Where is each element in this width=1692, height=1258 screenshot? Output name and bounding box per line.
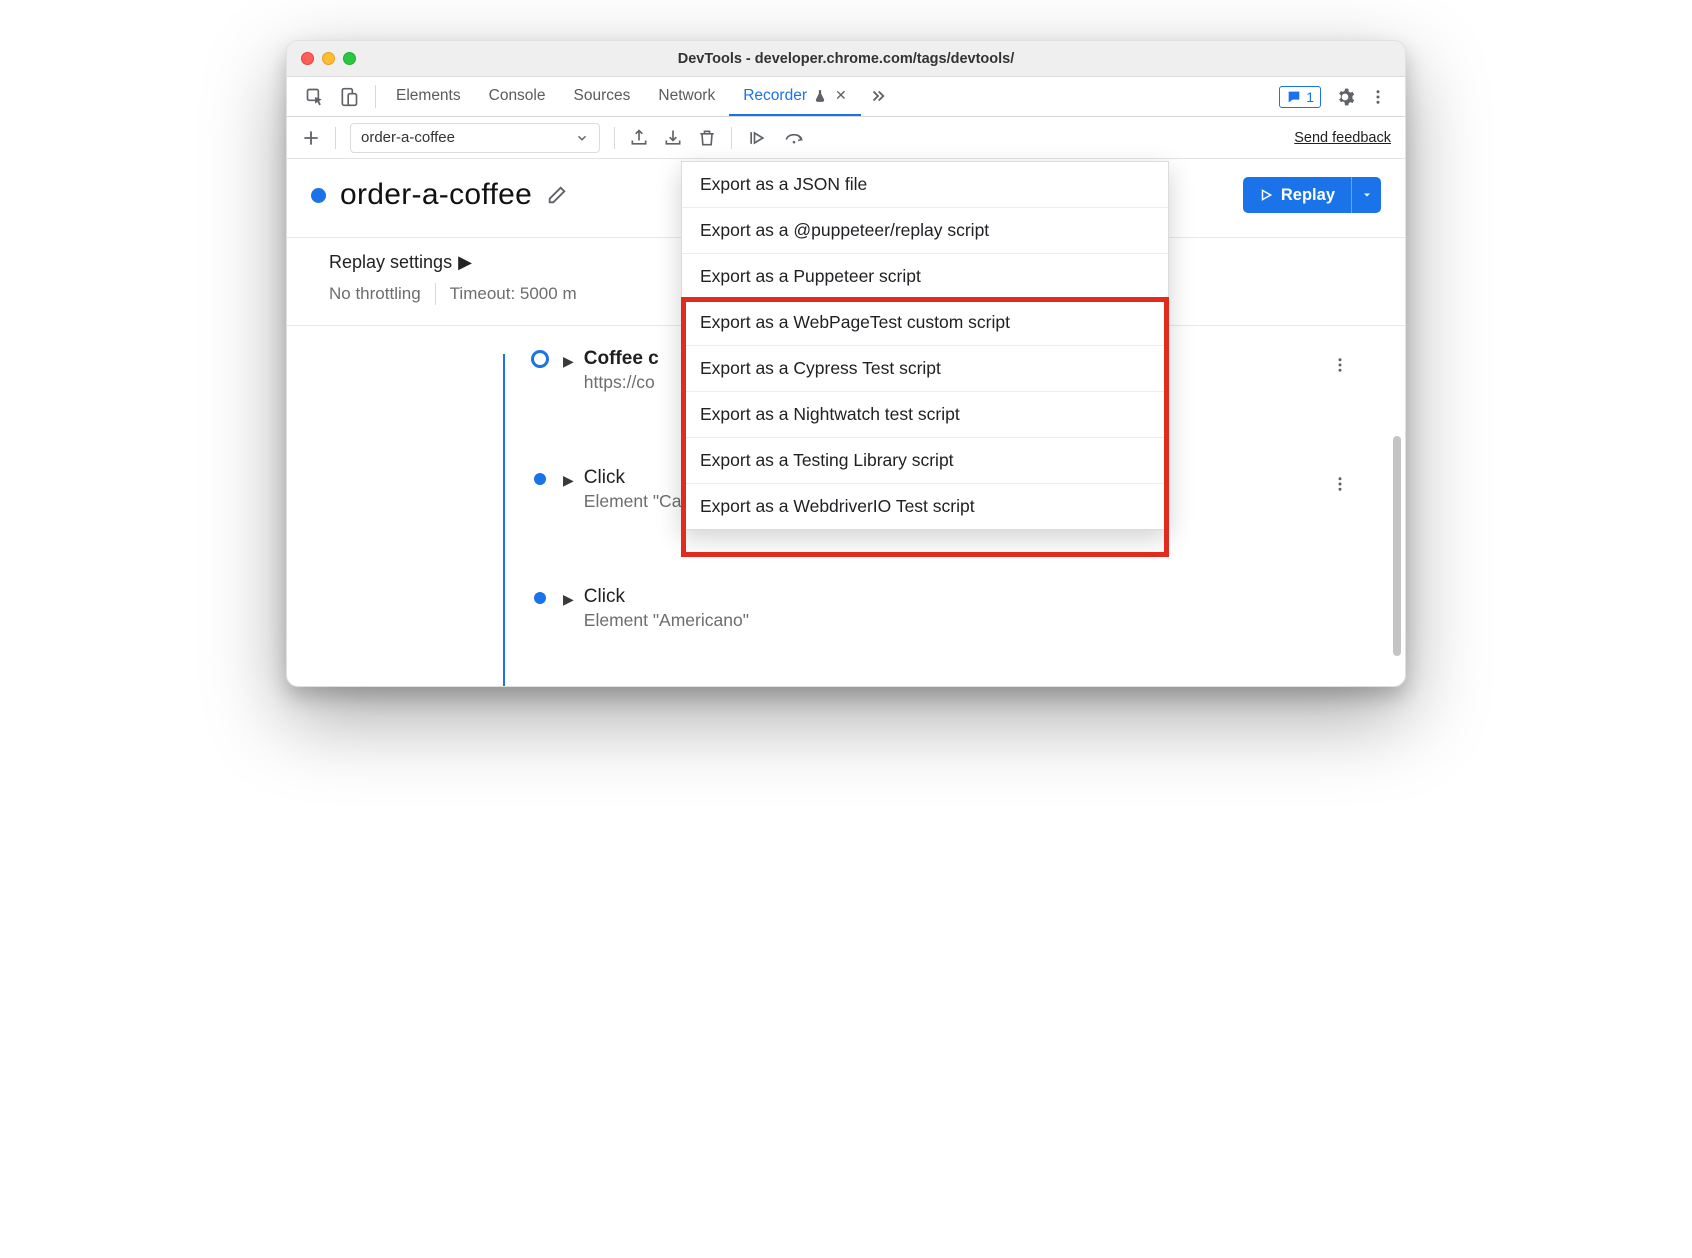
minimize-window-button[interactable] (322, 52, 335, 65)
devtools-tabstrip: Elements Console Sources Network Recorde… (287, 77, 1405, 117)
menu-item-label: Export as a WebPageTest custom script (700, 312, 1010, 332)
chevron-down-icon (575, 131, 589, 145)
timeline-line (503, 354, 505, 686)
export-menu-item[interactable]: Export as a Testing Library script (682, 438, 1168, 484)
window-title: DevTools - developer.chrome.com/tags/dev… (287, 51, 1405, 67)
tab-label: Network (658, 87, 715, 105)
timeline-node (534, 473, 546, 485)
window-titlebar: DevTools - developer.chrome.com/tags/dev… (287, 41, 1405, 77)
menu-item-label: Export as a JSON file (700, 174, 867, 194)
chevron-double-right-icon (869, 87, 887, 105)
menu-item-label: Export as a @puppeteer/replay script (700, 220, 989, 240)
caret-right-icon: ▶ (563, 353, 574, 370)
timeout-value[interactable]: Timeout: 5000 m (450, 284, 577, 304)
export-menu-item[interactable]: Export as a Nightwatch test script (682, 392, 1168, 438)
import-icon[interactable] (663, 128, 683, 148)
replay-button-group: Replay (1243, 177, 1381, 213)
timeline-node (531, 350, 549, 368)
replay-settings-label: Replay settings (329, 252, 452, 273)
step-subtitle: https://co (584, 372, 659, 393)
devtools-window: DevTools - developer.chrome.com/tags/dev… (286, 40, 1406, 687)
recorder-toolbar: order-a-coffee Send feedback (287, 117, 1405, 159)
add-recording-button[interactable] (301, 128, 321, 148)
edit-title-icon[interactable] (546, 184, 568, 206)
send-feedback-link[interactable]: Send feedback (1294, 130, 1391, 146)
export-menu-item[interactable]: Export as a JSON file (682, 162, 1168, 208)
replay-label: Replay (1281, 186, 1335, 205)
export-menu-item[interactable]: Export as a @puppeteer/replay script (682, 208, 1168, 254)
step-subtitle: Element "Americano" (584, 610, 749, 631)
divider (335, 127, 336, 149)
play-slow-icon[interactable] (746, 128, 768, 148)
tab-label: Recorder (743, 87, 807, 105)
divider (435, 283, 436, 305)
replay-settings-toggle[interactable]: Replay settings ▶ (329, 252, 577, 273)
tab-recorder[interactable]: Recorder ✕ (729, 77, 860, 116)
step-title: Click (584, 586, 749, 608)
step-kebab-icon[interactable] (1331, 475, 1349, 493)
tab-network[interactable]: Network (644, 77, 729, 116)
device-toggle-icon[interactable] (339, 87, 359, 107)
throttle-value[interactable]: No throttling (329, 284, 421, 304)
export-menu-item[interactable]: Export as a Cypress Test script (682, 346, 1168, 392)
step-item[interactable]: ▶ Click Element "Americano" (323, 586, 1369, 631)
tab-label: Console (489, 87, 546, 105)
timeline-node (534, 592, 546, 604)
inspect-element-icon[interactable] (305, 87, 325, 107)
divider (375, 85, 376, 108)
delete-icon[interactable] (697, 128, 717, 148)
tab-elements[interactable]: Elements (382, 77, 475, 116)
replay-button[interactable]: Replay (1243, 177, 1351, 213)
caret-right-icon: ▶ (563, 591, 574, 608)
menu-item-label: Export as a Testing Library script (700, 450, 954, 470)
more-tabs-button[interactable] (861, 77, 895, 116)
menu-item-label: Export as a Cypress Test script (700, 358, 941, 378)
replay-options-button[interactable] (1351, 177, 1381, 213)
export-menu-item[interactable]: Export as a WebdriverIO Test script (682, 484, 1168, 529)
settings-gear-icon[interactable] (1335, 87, 1355, 107)
close-tab-icon[interactable]: ✕ (835, 87, 847, 104)
export-menu: Export as a JSON file Export as a @puppe… (681, 161, 1169, 530)
caret-right-icon: ▶ (458, 252, 472, 273)
step-title: Coffee c (584, 348, 659, 370)
flask-icon (813, 89, 827, 103)
kebab-menu-icon[interactable] (1369, 88, 1387, 106)
tab-label: Sources (574, 87, 631, 105)
issues-chip[interactable]: 1 (1279, 86, 1321, 108)
fullscreen-window-button[interactable] (343, 52, 356, 65)
issues-count: 1 (1306, 89, 1314, 105)
recording-selector[interactable]: order-a-coffee (350, 123, 600, 153)
traffic-lights (301, 52, 356, 65)
export-menu-item[interactable]: Export as a Puppeteer script (682, 254, 1168, 300)
menu-item-label: Export as a WebdriverIO Test script (700, 496, 975, 516)
scrollbar-thumb[interactable] (1393, 436, 1401, 656)
export-icon[interactable] (629, 128, 649, 148)
caret-right-icon: ▶ (563, 472, 574, 489)
divider (614, 127, 615, 149)
step-kebab-icon[interactable] (1331, 356, 1349, 374)
tab-label: Elements (396, 87, 461, 105)
play-icon (1259, 188, 1273, 202)
menu-item-label: Export as a Puppeteer script (700, 266, 921, 286)
issues-icon (1286, 89, 1302, 105)
tab-console[interactable]: Console (475, 77, 560, 116)
recording-indicator-dot (311, 188, 326, 203)
step-over-icon[interactable] (782, 128, 806, 148)
menu-item-label: Export as a Nightwatch test script (700, 404, 960, 424)
recording-name: order-a-coffee (361, 129, 455, 146)
divider (731, 127, 732, 149)
export-menu-item[interactable]: Export as a WebPageTest custom script (682, 300, 1168, 346)
close-window-button[interactable] (301, 52, 314, 65)
recording-title: order-a-coffee (340, 178, 532, 212)
tab-sources[interactable]: Sources (560, 77, 645, 116)
